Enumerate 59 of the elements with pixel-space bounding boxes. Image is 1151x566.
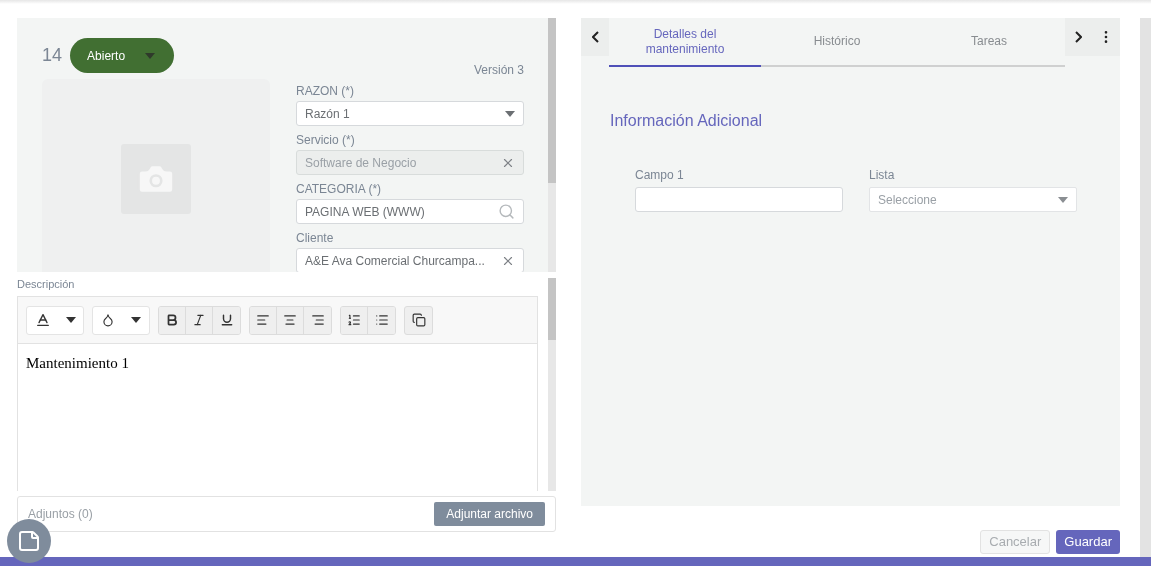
section-title: Información Adicional — [610, 111, 764, 131]
status-dropdown[interactable]: Abierto — [70, 38, 175, 73]
page-scrollbar[interactable] — [1140, 18, 1151, 557]
caret-icon — [505, 110, 515, 117]
italic-button[interactable] — [186, 306, 213, 334]
description-label: Descripción — [17, 278, 76, 290]
field-label: Lista — [869, 167, 896, 184]
tab[interactable]: Histórico — [761, 18, 913, 67]
attachments-label: Adjuntos (0) — [28, 506, 93, 523]
align-center-icon — [283, 313, 297, 327]
save-button[interactable]: Guardar — [1056, 530, 1120, 554]
tab[interactable]: Detalles del mantenimiento — [609, 18, 761, 67]
bold-icon — [165, 313, 179, 327]
attach-file-button[interactable]: Adjuntar archivo — [434, 502, 545, 526]
select-field[interactable]: Razón 1 — [296, 101, 524, 126]
note-icon — [17, 529, 41, 553]
search-icon — [498, 203, 515, 220]
tab[interactable]: Tareas — [913, 18, 1065, 67]
caret-icon — [65, 317, 76, 323]
bold-button[interactable] — [159, 306, 186, 334]
record-number: 14 — [42, 44, 63, 67]
field-label: Cliente — [296, 231, 334, 245]
bullet-list-icon — [374, 313, 389, 327]
select-field[interactable]: Seleccione — [869, 187, 1077, 212]
caret-icon — [1058, 196, 1068, 203]
version-label: Versión 3 — [473, 63, 524, 77]
numbered-list-icon — [347, 313, 361, 327]
droplet-icon — [101, 313, 115, 327]
align-right-button[interactable] — [304, 306, 331, 334]
align-left-icon — [256, 313, 270, 327]
field-label: Campo 1 — [635, 167, 685, 184]
chevron-left-icon — [591, 31, 599, 43]
align-center-button[interactable] — [277, 306, 304, 334]
scrollbar-thumb[interactable] — [548, 18, 556, 183]
field-label: Servicio (*) — [296, 133, 355, 147]
caret-icon — [145, 52, 156, 59]
input-field[interactable]: A&E Ava Comercial Churcampa... — [296, 248, 524, 272]
field-label: CATEGORIA (*) — [296, 182, 382, 196]
scrollbar-thumb[interactable] — [548, 278, 556, 340]
next-tab-button[interactable] — [1065, 18, 1092, 56]
stacked-squares-icon — [411, 313, 426, 327]
stack-button[interactable] — [404, 305, 433, 335]
align-right-icon — [310, 313, 325, 327]
font-color-icon — [34, 312, 51, 328]
chevron-right-icon — [1075, 31, 1082, 43]
align-left-button[interactable] — [250, 306, 277, 334]
field-label: RAZON (*) — [296, 84, 354, 98]
italic-icon — [192, 313, 206, 327]
font-color-button[interactable] — [26, 305, 84, 335]
input-field[interactable]: PAGINA WEB (WWW) — [296, 199, 524, 224]
notes-button[interactable] — [7, 519, 51, 563]
previous-tab-button[interactable] — [581, 18, 609, 56]
numbered-list-button[interactable] — [341, 306, 368, 334]
caret-icon — [131, 317, 141, 323]
input-field[interactable] — [635, 187, 843, 212]
underline-icon — [219, 313, 234, 327]
underline-button[interactable] — [213, 306, 240, 334]
highlight-color-button[interactable] — [92, 305, 150, 335]
bullet-list-button[interactable] — [368, 306, 395, 334]
